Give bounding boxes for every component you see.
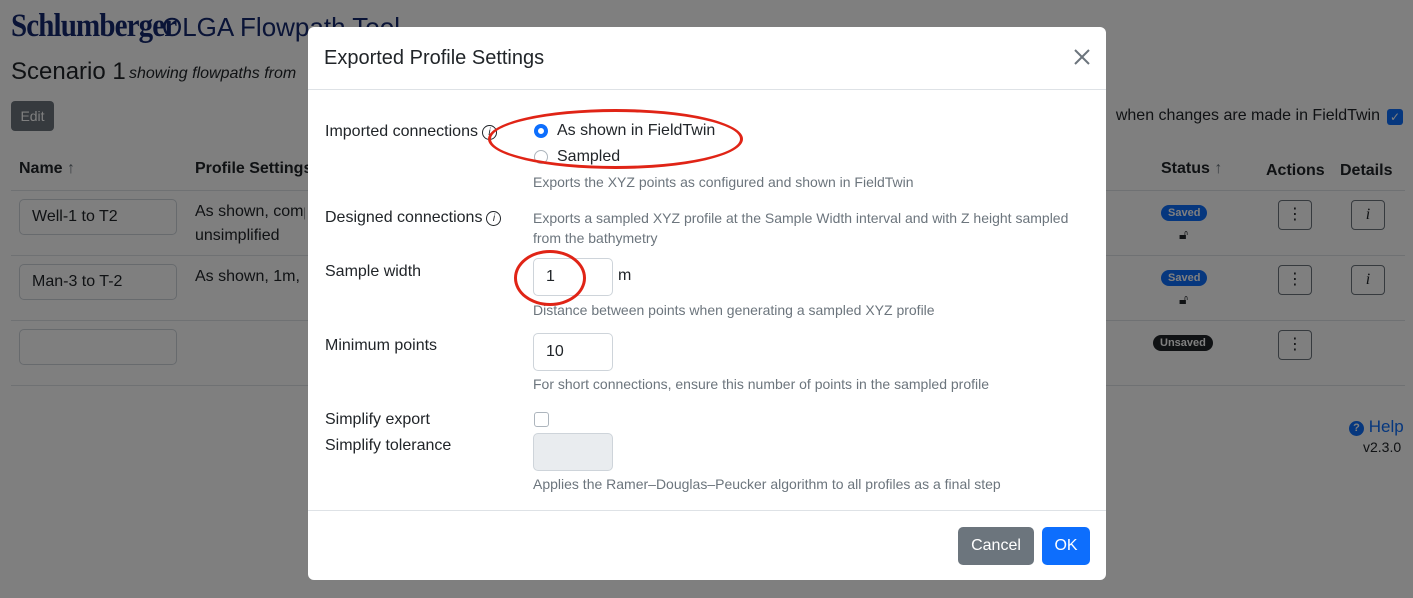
designed-help-text: Exports a sampled XYZ profile at the Sam… — [533, 210, 1069, 246]
minimum-points-help-text: For short connections, ensure this numbe… — [533, 376, 990, 392]
modal-title: Exported Profile Settings — [324, 47, 545, 69]
ok-button[interactable]: OK — [1042, 527, 1090, 565]
simplify-tolerance-label: Simplify tolerance — [325, 437, 452, 454]
cancel-button[interactable]: Cancel — [958, 527, 1034, 565]
designed-connections-label: Designed connections i — [325, 209, 502, 227]
info-icon[interactable]: i — [486, 211, 502, 226]
sample-width-label: Sample width — [325, 263, 422, 280]
profile-settings-modal: Exported Profile Settings Imported conne… — [308, 27, 1106, 580]
simplify-export-checkbox[interactable] — [534, 412, 549, 427]
annotation-circle — [514, 250, 586, 306]
imported-help-text: Exports the XYZ points as configured and… — [533, 174, 914, 190]
simplify-export-label: Simplify export — [325, 411, 430, 428]
simplify-tolerance-input[interactable] — [533, 433, 613, 471]
imported-connections-label: Imported connections i — [325, 123, 497, 141]
sample-width-unit: m — [618, 267, 632, 284]
minimum-points-label: Minimum points — [325, 337, 438, 354]
simplify-help-text: Applies the Ramer–Douglas–Peucker algori… — [533, 476, 1001, 492]
minimum-points-input[interactable]: 10 — [533, 333, 613, 371]
sample-width-help-text: Distance between points when generating … — [533, 302, 935, 318]
close-icon[interactable] — [1072, 47, 1092, 71]
annotation-circle — [488, 109, 743, 169]
modal-footer-divider — [308, 510, 1106, 511]
